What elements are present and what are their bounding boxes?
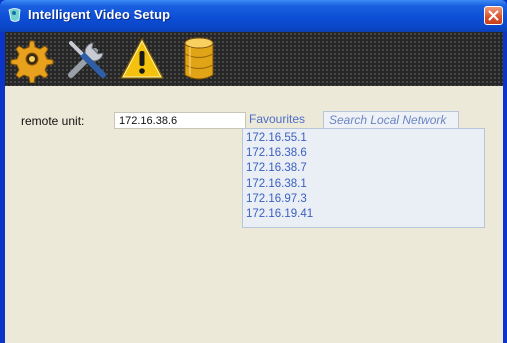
favourite-item[interactable]: 172.16.38.7 <box>246 161 484 176</box>
tab-favourites[interactable]: Favourites <box>245 112 309 128</box>
tools-icon[interactable] <box>63 35 111 83</box>
favourite-item[interactable]: 172.16.55.1 <box>246 131 484 146</box>
client-area: remote unit: Favourites Search Local Net… <box>5 86 503 343</box>
warning-icon[interactable] <box>118 35 166 83</box>
window-title: Intelligent Video Setup <box>28 7 171 22</box>
favourite-item[interactable]: 172.16.38.6 <box>246 146 484 161</box>
database-icon[interactable] <box>175 35 223 83</box>
favourite-item[interactable]: 172.16.19.41 <box>246 207 484 222</box>
remote-unit-input[interactable] <box>114 112 246 129</box>
remote-unit-label: remote unit: <box>21 114 85 128</box>
favourite-item[interactable]: 172.16.38.1 <box>246 177 484 192</box>
close-button[interactable] <box>484 6 503 25</box>
toolbar <box>5 32 503 86</box>
gear-icon[interactable] <box>8 35 56 83</box>
title-bar[interactable]: Intelligent Video Setup <box>0 0 507 32</box>
favourites-list: 172.16.55.1 172.16.38.6 172.16.38.7 172.… <box>242 128 485 228</box>
tab-search-local-network[interactable]: Search Local Network <box>323 111 460 128</box>
close-icon <box>488 10 499 21</box>
app-icon <box>8 8 21 22</box>
app-window: Intelligent Video Setup remote unit: 172… <box>0 0 507 343</box>
favourite-item[interactable]: 172.16.97.3 <box>246 192 484 207</box>
